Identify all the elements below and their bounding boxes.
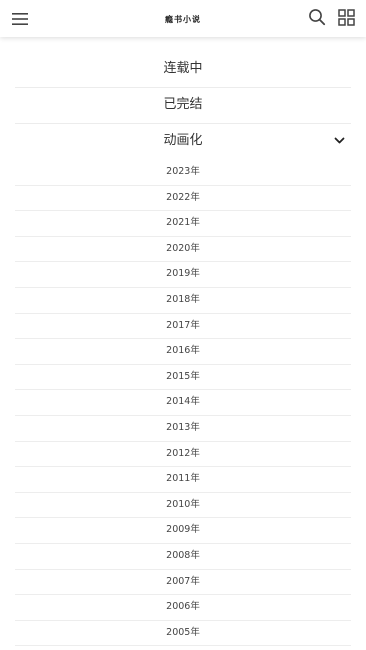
year-item[interactable]: 2013年 (15, 416, 351, 442)
menu-button[interactable] (7, 6, 33, 32)
grid-apps-icon (337, 8, 355, 26)
year-item[interactable]: 2019年 (15, 262, 351, 288)
category-label: 动画化 (163, 133, 203, 148)
category-completed[interactable]: 已完结 (15, 88, 351, 124)
top-bar: 瘾书小说 (0, 0, 366, 37)
search-icon (309, 9, 326, 26)
year-item[interactable]: 2007年 (15, 570, 351, 596)
year-item[interactable]: 2021年 (15, 211, 351, 237)
year-item[interactable]: 2008年 (15, 544, 351, 570)
year-item[interactable]: 2011年 (15, 467, 351, 493)
category-list: 连载中 已完结 动画化 (15, 52, 351, 160)
category-label: 连载中 (163, 61, 203, 76)
year-item[interactable]: 2006年 (15, 595, 351, 621)
chevron-down-icon[interactable] (333, 135, 345, 147)
year-item[interactable]: 2010年 (15, 493, 351, 519)
year-item[interactable]: 2023年 (15, 160, 351, 186)
year-item[interactable]: 2014年 (15, 390, 351, 416)
hamburger-menu-icon (12, 13, 28, 25)
year-item[interactable]: 2009年 (15, 518, 351, 544)
page: 瘾书小说 连载中 已完结 动画化 2023年 2022年 2021年 2020年… (0, 0, 366, 650)
year-item[interactable]: 2016年 (15, 339, 351, 365)
year-item[interactable]: 2018年 (15, 288, 351, 314)
year-item[interactable]: 2017年 (15, 314, 351, 340)
category-label: 已完结 (163, 97, 203, 112)
year-item[interactable]: 2022年 (15, 186, 351, 212)
site-logo[interactable]: 瘾书小说 (143, 10, 223, 28)
category-serializing[interactable]: 连载中 (15, 52, 351, 88)
grid-menu-button[interactable] (333, 4, 359, 30)
year-item[interactable]: 2012年 (15, 442, 351, 468)
search-button[interactable] (304, 4, 330, 30)
year-item[interactable]: 2005年 (15, 621, 351, 647)
year-item[interactable]: 2020年 (15, 237, 351, 263)
category-animated[interactable]: 动画化 (15, 124, 351, 160)
year-item[interactable]: 2015年 (15, 365, 351, 391)
year-list: 2023年 2022年 2021年 2020年 2019年 2018年 2017… (15, 160, 351, 647)
